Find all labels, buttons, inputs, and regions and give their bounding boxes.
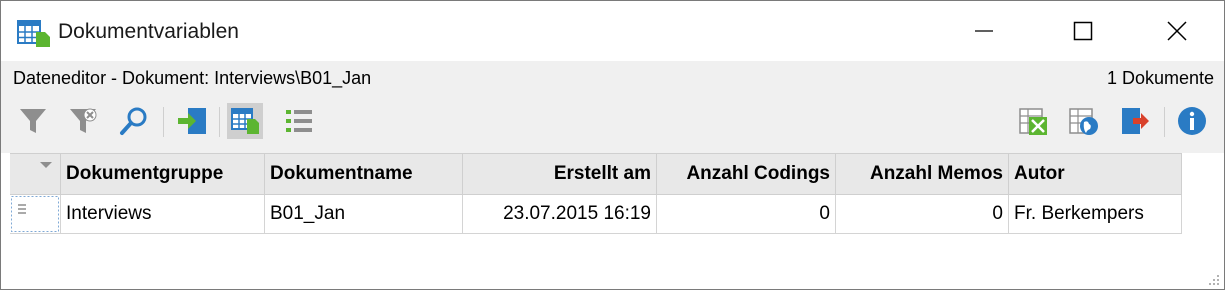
toolbar-separator	[1164, 107, 1165, 137]
search-button[interactable]	[116, 103, 152, 139]
column-header-dokumentname[interactable]: Dokumentname	[264, 153, 463, 195]
cell-anzahl-memos[interactable]: 0	[835, 194, 1009, 234]
cell-dokumentname[interactable]: B01_Jan	[264, 194, 463, 234]
clear-filter-icon	[70, 108, 97, 133]
import-button[interactable]	[174, 103, 210, 139]
cell-anzahl-codings[interactable]: 0	[656, 194, 836, 234]
column-header-dokumentgruppe[interactable]: Dokumentgruppe	[60, 153, 265, 195]
document-path: Dateneditor - Dokument: Interviews\B01_J…	[13, 68, 372, 88]
column-header-erstellt-am[interactable]: Erstellt am	[462, 153, 657, 195]
dokumentvariablen-window: Dokumentvariablen Dateneditor - Dokument…	[0, 0, 1225, 290]
filter-icon	[20, 109, 46, 133]
maximize-button[interactable]	[1060, 11, 1106, 51]
table-view-icon	[231, 108, 259, 134]
table-header-row: Dokumentgruppe Dokumentname Erstellt am …	[10, 153, 1182, 195]
column-header-anzahl-memos[interactable]: Anzahl Memos	[835, 153, 1009, 195]
html-export-icon	[1069, 108, 1098, 135]
toolbar-separator	[163, 107, 164, 137]
status-header: Dateneditor - Dokument: Interviews\B01_J…	[1, 61, 1224, 95]
close-button[interactable]	[1154, 11, 1200, 51]
cell-autor[interactable]: Fr. Berkempers	[1008, 194, 1182, 234]
minimize-button[interactable]	[961, 11, 1007, 51]
cell-dokumentgruppe[interactable]: Interviews	[60, 194, 265, 234]
sort-arrow-icon	[40, 162, 52, 168]
toolbar	[1, 95, 1224, 153]
info-icon	[1178, 107, 1206, 135]
column-header-autor[interactable]: Autor	[1008, 153, 1182, 195]
table-document-icon	[17, 20, 53, 48]
list-view-icon	[286, 110, 312, 132]
table-row[interactable]: Interviews B01_Jan 23.07.2015 16:19 0 0 …	[10, 194, 1182, 234]
list-view-button[interactable]	[281, 103, 317, 139]
import-icon	[178, 108, 206, 134]
excel-export-icon	[1019, 108, 1047, 135]
window-title: Dokumentvariablen	[58, 20, 239, 43]
select-all-header[interactable]	[10, 153, 61, 195]
info-button[interactable]	[1174, 103, 1210, 139]
minimize-icon	[975, 30, 993, 32]
export-icon	[1122, 108, 1149, 134]
filter-button[interactable]	[15, 103, 51, 139]
row-selector[interactable]	[10, 194, 61, 234]
excel-export-button[interactable]	[1015, 103, 1051, 139]
document-row-icon	[11, 196, 59, 232]
document-variables-table: Dokumentgruppe Dokumentname Erstellt am …	[10, 153, 1182, 234]
title-bar: Dokumentvariablen	[1, 1, 1224, 61]
column-header-anzahl-codings[interactable]: Anzahl Codings	[656, 153, 836, 195]
html-export-button[interactable]	[1065, 103, 1101, 139]
clear-filter-button[interactable]	[65, 103, 101, 139]
document-count: 1 Dokumente	[1106, 68, 1214, 88]
toolbar-separator	[219, 107, 220, 137]
data-grid: Dokumentgruppe Dokumentname Erstellt am …	[1, 153, 1224, 289]
resize-grip-icon[interactable]	[1208, 274, 1220, 286]
export-button[interactable]	[1117, 103, 1153, 139]
close-icon	[1167, 21, 1187, 41]
search-icon	[120, 107, 147, 135]
cell-erstellt-am[interactable]: 23.07.2015 16:19	[462, 194, 657, 234]
maximize-icon	[1073, 21, 1093, 41]
table-view-button[interactable]	[227, 103, 263, 139]
